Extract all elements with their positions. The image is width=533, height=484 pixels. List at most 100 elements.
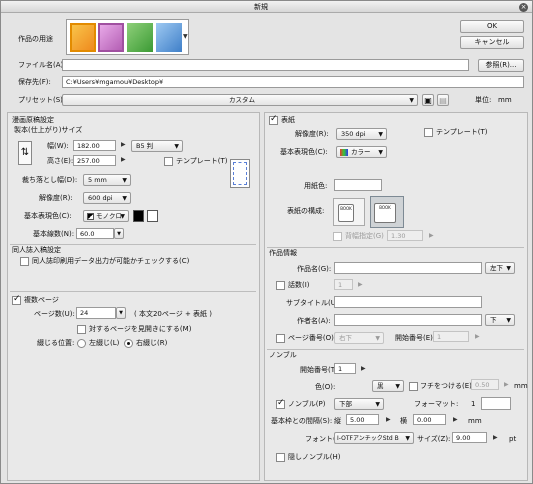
startnum-spin-arrow[interactable]: ▶ <box>475 333 480 340</box>
height-label: 高さ(E): <box>47 157 74 165</box>
nombre-checkbox[interactable] <box>276 398 285 409</box>
new-document-dialog: 新規 × 作品の用途 ▼ OK キャンセル ファイル名(A): 参照(R)...… <box>0 0 533 484</box>
multipage-checkbox[interactable] <box>12 294 21 305</box>
bleed-select[interactable]: 5 mm ▼ <box>83 174 131 186</box>
close-icon[interactable]: × <box>519 3 528 12</box>
vert-input[interactable]: 5.00 <box>346 414 379 425</box>
nombre-start-input[interactable]: 1 <box>334 363 356 374</box>
paper-color-swatch[interactable] <box>334 179 382 191</box>
manga-template-checkbox[interactable] <box>164 157 173 166</box>
hidden-nombre-label: 隠しノンブル(H) <box>288 453 341 461</box>
browse-button[interactable]: 参照(R)... <box>478 59 524 72</box>
lines-input[interactable]: 60.0 <box>76 228 114 239</box>
startnum-input[interactable]: 1 <box>433 331 469 342</box>
color-icon <box>340 149 348 156</box>
pagenum-checkbox[interactable] <box>276 334 285 343</box>
delete-preset-icon[interactable]: ▤ <box>437 94 449 106</box>
author-label: 作者名(A): <box>297 317 331 325</box>
left-binding-label: 左綴じ(L) <box>89 339 120 347</box>
nombre-position-select[interactable]: 下部 ▼ <box>334 398 384 410</box>
lines-dropdown-icon[interactable]: ▼ <box>114 228 124 239</box>
author-position-value: 下 <box>490 316 497 324</box>
book-usage-icon[interactable] <box>127 23 153 52</box>
swap-orientation-icon[interactable]: ⇅ <box>18 141 32 165</box>
window-title: 新規 <box>254 3 268 11</box>
height-spin-arrow[interactable]: ▶ <box>121 156 126 163</box>
episode-spin-arrow[interactable]: ▶ <box>358 281 363 288</box>
vert-spin-arrow[interactable]: ▶ <box>386 416 391 423</box>
cover-dpi-select[interactable]: 350 dpi ▼ <box>336 128 387 140</box>
author-position-select[interactable]: 下 ▼ <box>485 314 515 326</box>
white-swatch[interactable] <box>147 210 158 222</box>
horiz-label: 横 <box>400 417 407 425</box>
title-input[interactable] <box>334 262 482 274</box>
doujin-checkbox[interactable] <box>20 257 29 266</box>
font-select[interactable]: I-OTFアンチックStd B ▼ <box>334 432 414 444</box>
cover-template-checkbox[interactable] <box>424 128 433 137</box>
bleed-label: 裁ち落とし幅(D): <box>22 176 78 184</box>
unit-label: 単位: <box>475 96 492 104</box>
horiz-input[interactable]: 0.00 <box>413 414 446 425</box>
manga-color-select[interactable]: モノクロ ▼ <box>83 210 129 222</box>
episode-input[interactable]: 1 <box>334 279 353 290</box>
save-preset-icon[interactable]: ▣ <box>422 94 434 106</box>
cover-color-select[interactable]: カラー ▼ <box>336 146 387 158</box>
title-position-select[interactable]: 左下 ▼ <box>485 262 515 274</box>
divider <box>10 291 256 292</box>
animation-usage-icon[interactable] <box>156 23 182 52</box>
nombre-size-input[interactable]: 9.00 <box>452 432 487 443</box>
chevron-down-icon: ▼ <box>122 177 127 184</box>
nombre-color-select[interactable]: 黒 ▼ <box>372 380 404 392</box>
usage-dropdown-arrow[interactable]: ▼ <box>183 33 188 40</box>
chevron-down-icon: ▼ <box>506 265 511 272</box>
edge-input[interactable]: 0.50 <box>471 379 499 390</box>
spread-checkbox[interactable] <box>77 325 86 334</box>
single-cover-layout-icon[interactable]: BOOK <box>333 198 365 226</box>
spine-checkbox[interactable] <box>333 232 342 241</box>
title-label: 作品名(G): <box>297 265 332 273</box>
paper-color-label: 用紙色: <box>304 182 328 190</box>
pagenum-position-select[interactable]: 右下 ▼ <box>334 332 384 344</box>
chevron-down-icon: ▼ <box>120 213 125 220</box>
cover-template-label: テンプレート(T) <box>436 128 488 136</box>
cover-dpi-value: 350 dpi <box>341 130 366 138</box>
edge-spin-arrow[interactable]: ▶ <box>504 381 509 388</box>
manga-dpi-select[interactable]: 600 dpi ▼ <box>83 192 131 204</box>
vert-label: 縦 <box>334 417 341 425</box>
ok-button[interactable]: OK <box>460 20 524 33</box>
cancel-button[interactable]: キャンセル <box>460 36 524 49</box>
chevron-down-icon: ▼ <box>174 143 179 150</box>
spine-spin-arrow[interactable]: ▶ <box>429 232 434 239</box>
nombre-size-spin-arrow[interactable]: ▶ <box>493 434 498 441</box>
width-spin-arrow[interactable]: ▶ <box>121 141 126 148</box>
width-label: 幅(W): <box>47 142 69 150</box>
height-input[interactable]: 257.00 <box>73 155 116 166</box>
edge-checkbox[interactable] <box>409 382 418 391</box>
pages-dropdown-icon[interactable]: ▼ <box>116 307 126 319</box>
horiz-spin-arrow[interactable]: ▶ <box>453 416 458 423</box>
spread-cover-layout-icon[interactable]: BOOK <box>370 196 404 228</box>
hidden-nombre-checkbox[interactable] <box>276 453 285 462</box>
spine-input[interactable]: 1.30 <box>387 230 423 241</box>
black-swatch[interactable] <box>133 210 144 222</box>
cover-color-label: 基本表現色(C): <box>280 148 328 156</box>
left-binding-radio[interactable] <box>77 339 86 348</box>
savepath-field[interactable]: C:¥Users¥mgamou¥Desktop¥ <box>62 76 524 88</box>
episode-checkbox[interactable] <box>276 281 285 290</box>
subtitle-input[interactable] <box>334 296 482 308</box>
author-input[interactable] <box>334 314 482 326</box>
cover-checkbox[interactable] <box>269 114 278 125</box>
width-input[interactable]: 182.00 <box>73 140 116 151</box>
pages-input[interactable]: 24 <box>76 307 116 319</box>
nombre-start-spin-arrow[interactable]: ▶ <box>361 365 366 372</box>
format-input[interactable] <box>481 397 511 410</box>
pages-label: ページ数(U): <box>34 310 75 318</box>
comic-usage-icon[interactable] <box>98 23 124 52</box>
pagenum-position-value: 右下 <box>339 334 352 342</box>
binding-label: 綴じる位置: <box>37 339 75 347</box>
illustration-usage-icon[interactable] <box>70 23 96 52</box>
size-preset-select[interactable]: B5 判 ▼ <box>131 140 183 152</box>
preset-select[interactable]: カスタム ▼ <box>62 94 418 106</box>
right-binding-radio[interactable] <box>124 339 133 348</box>
filename-input[interactable] <box>62 59 469 71</box>
